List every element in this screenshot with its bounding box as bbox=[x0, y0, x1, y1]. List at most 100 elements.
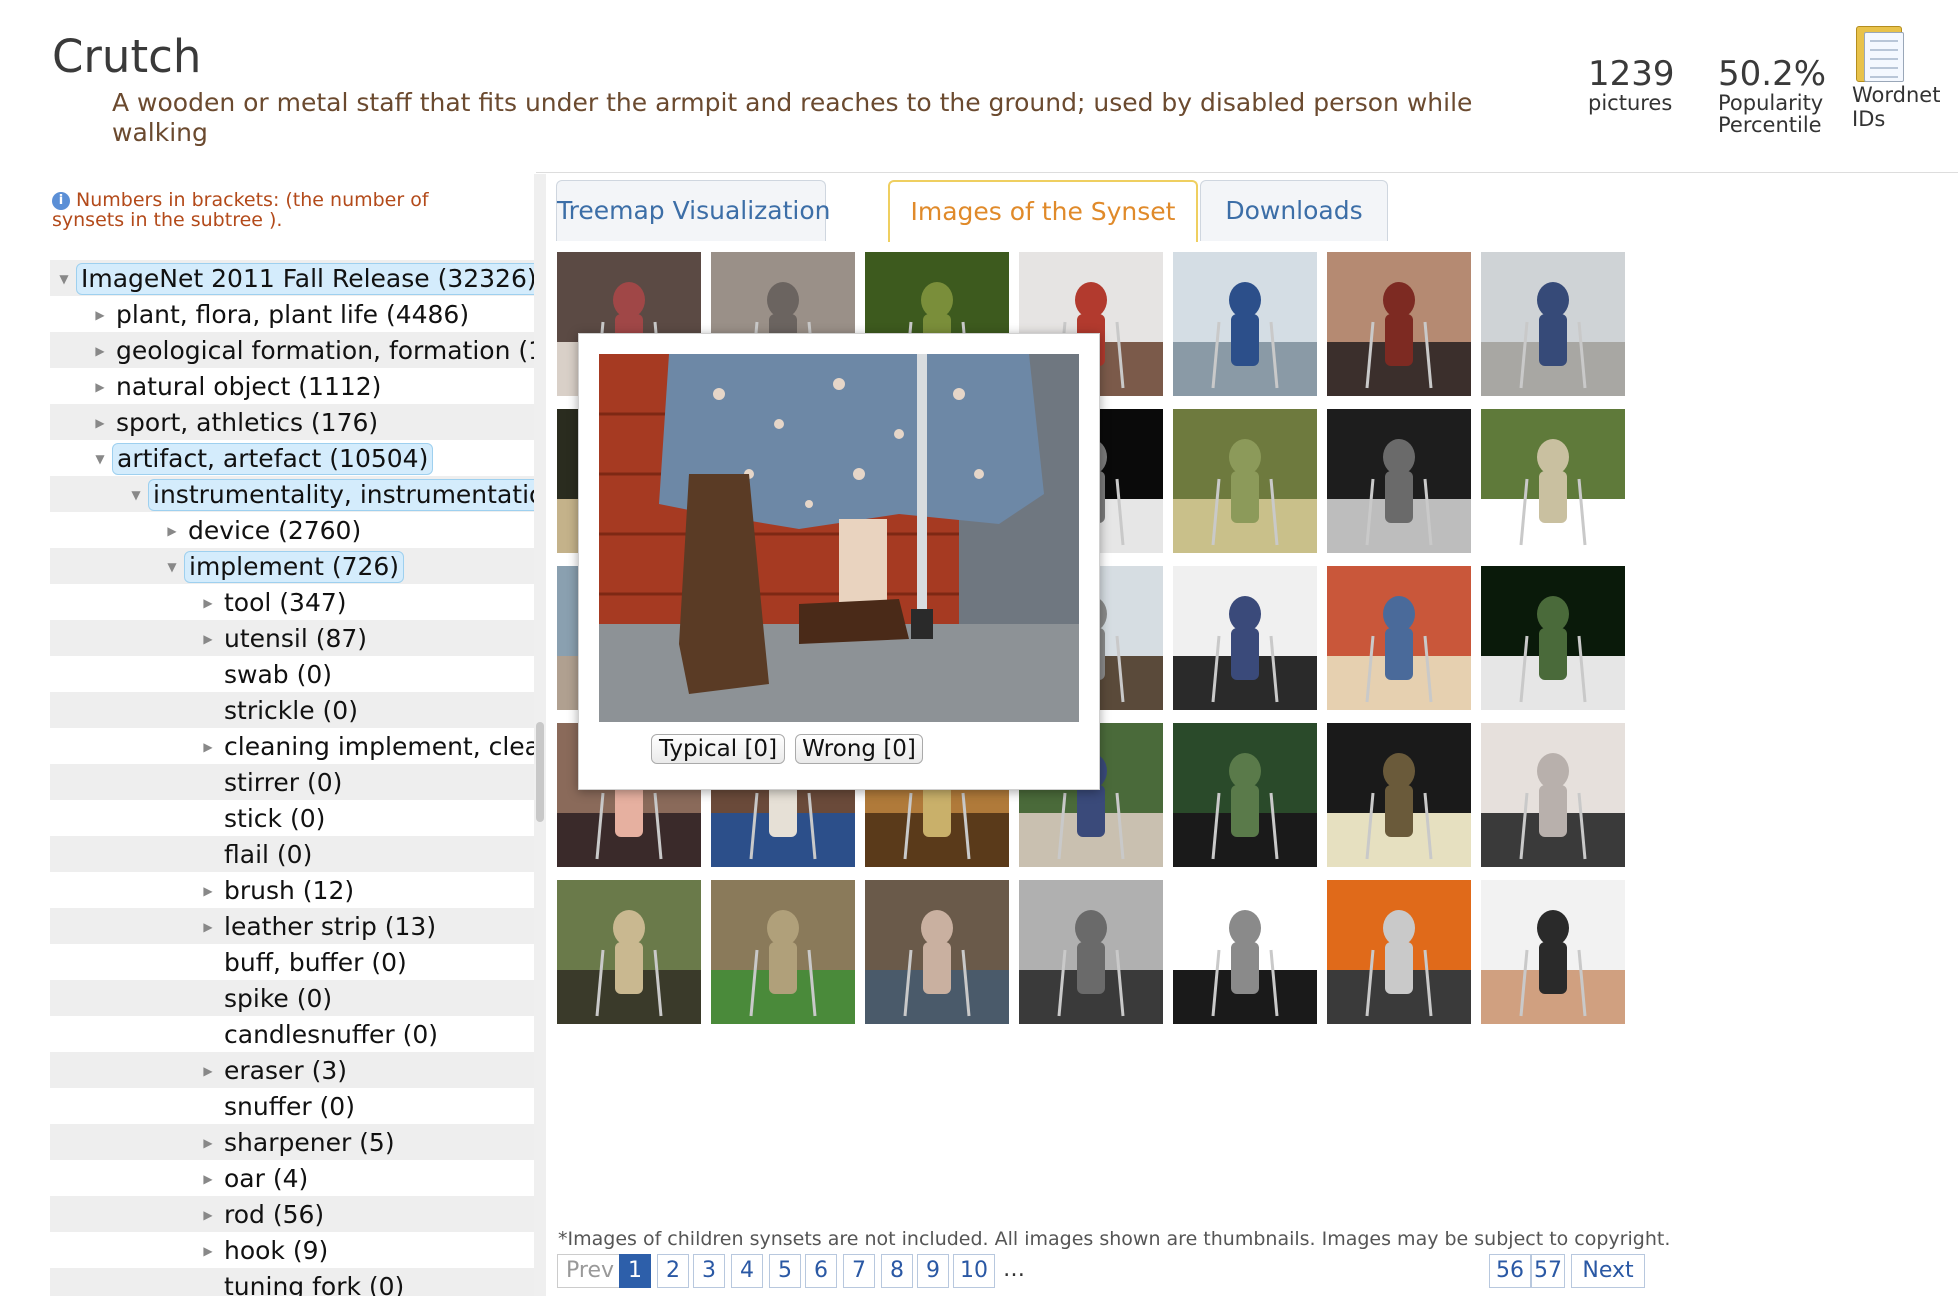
tree-node-label[interactable]: leather strip (13) bbox=[220, 912, 440, 942]
tree-node-label[interactable]: strickle (0) bbox=[220, 696, 362, 726]
tree-node-label[interactable]: oar (4) bbox=[220, 1164, 312, 1194]
tree-node-label[interactable]: rod (56) bbox=[220, 1200, 328, 1230]
expand-icon[interactable]: ▶ bbox=[200, 1161, 216, 1197]
page-button[interactable]: 1 bbox=[619, 1254, 651, 1288]
image-thumbnail[interactable] bbox=[1173, 409, 1317, 553]
tree-node-label[interactable]: stirrer (0) bbox=[220, 768, 346, 798]
tree-node[interactable]: swab (0) bbox=[50, 656, 534, 692]
typical-button[interactable]: Typical [0] bbox=[651, 734, 785, 764]
tree-node-label[interactable]: tuning fork (0) bbox=[220, 1272, 408, 1296]
image-thumbnail[interactable] bbox=[1481, 880, 1625, 1024]
expand-icon[interactable]: ▶ bbox=[200, 909, 216, 945]
expand-icon[interactable]: ▶ bbox=[200, 1125, 216, 1161]
tab-images[interactable]: Images of the Synset bbox=[888, 180, 1198, 242]
image-thumbnail[interactable] bbox=[1327, 409, 1471, 553]
tree-node-label[interactable]: hook (9) bbox=[220, 1236, 332, 1266]
tree-node[interactable]: ▶ hook (9) bbox=[50, 1232, 534, 1268]
page-button[interactable]: 5 bbox=[769, 1254, 801, 1288]
collapse-icon[interactable]: ▼ bbox=[128, 477, 144, 513]
expand-icon[interactable]: ▶ bbox=[200, 585, 216, 621]
image-thumbnail[interactable] bbox=[1481, 409, 1625, 553]
image-thumbnail[interactable] bbox=[865, 880, 1009, 1024]
tree-node-label[interactable]: instrumentality, instrumentation (5494) bbox=[148, 479, 534, 511]
expand-icon[interactable]: ▶ bbox=[200, 1053, 216, 1089]
tree-node-label[interactable]: plant, flora, plant life (4486) bbox=[112, 300, 473, 330]
tree-node[interactable]: ▶ natural object (1112) bbox=[50, 368, 534, 404]
tree-node[interactable]: candlesnuffer (0) bbox=[50, 1016, 534, 1052]
tree-node[interactable]: ▶ sharpener (5) bbox=[50, 1124, 534, 1160]
tree-node-label[interactable]: utensil (87) bbox=[220, 624, 371, 654]
tree-node[interactable]: ▶ leather strip (13) bbox=[50, 908, 534, 944]
tree-node[interactable]: ▶ device (2760) bbox=[50, 512, 534, 548]
image-thumbnail[interactable] bbox=[1327, 252, 1471, 396]
tree-node[interactable]: stick (0) bbox=[50, 800, 534, 836]
tree-node-label[interactable]: spike (0) bbox=[220, 984, 336, 1014]
image-thumbnail[interactable] bbox=[1481, 252, 1625, 396]
tree-node-label[interactable]: brush (12) bbox=[220, 876, 358, 906]
image-thumbnail[interactable] bbox=[1173, 252, 1317, 396]
expand-icon[interactable]: ▶ bbox=[92, 405, 108, 441]
wordnet-ids-link[interactable]: Wordnet IDs bbox=[1852, 24, 1940, 130]
image-thumbnail[interactable] bbox=[1327, 566, 1471, 710]
tree-node-label[interactable]: device (2760) bbox=[184, 516, 365, 546]
page-button[interactable]: 57 bbox=[1531, 1254, 1565, 1288]
image-thumbnail[interactable] bbox=[1173, 566, 1317, 710]
image-thumbnail[interactable] bbox=[1481, 566, 1625, 710]
tree-node-label[interactable]: swab (0) bbox=[220, 660, 336, 690]
image-thumbnail[interactable] bbox=[1481, 723, 1625, 867]
page-button[interactable]: 4 bbox=[731, 1254, 763, 1288]
tree-node[interactable]: spike (0) bbox=[50, 980, 534, 1016]
tree-node[interactable]: ▼instrumentality, instrumentation (5494) bbox=[50, 476, 534, 512]
tree-node-label[interactable]: flail (0) bbox=[220, 840, 316, 870]
tree-node[interactable]: ▶ brush (12) bbox=[50, 872, 534, 908]
tree-node[interactable]: strickle (0) bbox=[50, 692, 534, 728]
tree-node-label[interactable]: tool (347) bbox=[220, 588, 351, 618]
tree-node[interactable]: ▶ tool (347) bbox=[50, 584, 534, 620]
scrollbar-thumb[interactable] bbox=[536, 722, 544, 822]
expand-icon[interactable]: ▶ bbox=[92, 369, 108, 405]
page-button[interactable]: 9 bbox=[917, 1254, 949, 1288]
image-thumbnail[interactable] bbox=[1173, 880, 1317, 1024]
tree-node[interactable]: ▶ plant, flora, plant life (4486) bbox=[50, 296, 534, 332]
page-button[interactable]: 7 bbox=[843, 1254, 875, 1288]
tree-node[interactable]: ▼ artifact, artefact (10504) bbox=[50, 440, 534, 476]
tree-node[interactable]: ▼ implement (726) bbox=[50, 548, 534, 584]
tree-node-label[interactable]: cleaning implement, cleaning device (8) bbox=[220, 732, 534, 762]
expand-icon[interactable]: ▶ bbox=[92, 333, 108, 369]
tree-node[interactable]: ▼ ImageNet 2011 Fall Release (32326) bbox=[50, 260, 534, 296]
expand-icon[interactable]: ▶ bbox=[200, 1197, 216, 1233]
image-thumbnail[interactable] bbox=[1327, 880, 1471, 1024]
collapse-icon[interactable]: ▼ bbox=[56, 261, 72, 297]
tree-node-label[interactable]: sharpener (5) bbox=[220, 1128, 399, 1158]
image-thumbnail[interactable] bbox=[711, 880, 855, 1024]
tree-node[interactable]: ▶geological formation, formation (175) bbox=[50, 332, 534, 368]
expand-icon[interactable]: ▶ bbox=[200, 1233, 216, 1269]
page-button[interactable]: 56 bbox=[1489, 1254, 1531, 1288]
tree-node[interactable]: tuning fork (0) bbox=[50, 1268, 534, 1296]
page-button[interactable]: 10 bbox=[953, 1254, 995, 1288]
tree-node-label[interactable]: buff, buffer (0) bbox=[220, 948, 411, 978]
tree-node-label[interactable]: artifact, artefact (10504) bbox=[112, 443, 434, 475]
image-thumbnail[interactable] bbox=[1327, 723, 1471, 867]
tree-node[interactable]: ▶ rod (56) bbox=[50, 1196, 534, 1232]
tree-node-label[interactable]: geological formation, formation (175) bbox=[112, 336, 534, 366]
tree-node[interactable]: snuffer (0) bbox=[50, 1088, 534, 1124]
image-thumbnail[interactable] bbox=[557, 880, 701, 1024]
page-button[interactable]: 6 bbox=[805, 1254, 837, 1288]
wrong-button[interactable]: Wrong [0] bbox=[795, 734, 923, 764]
tree-node-label[interactable]: snuffer (0) bbox=[220, 1092, 359, 1122]
tree-node-label[interactable]: eraser (3) bbox=[220, 1056, 351, 1086]
page-button[interactable]: 3 bbox=[693, 1254, 725, 1288]
prev-button[interactable]: Prev bbox=[557, 1254, 623, 1288]
collapse-icon[interactable]: ▼ bbox=[92, 441, 108, 477]
tree-node-label[interactable]: sport, athletics (176) bbox=[112, 408, 382, 438]
tree-node[interactable]: ▶ sport, athletics (176) bbox=[50, 404, 534, 440]
expand-icon[interactable]: ▶ bbox=[92, 297, 108, 333]
tree-node[interactable]: ▶ eraser (3) bbox=[50, 1052, 534, 1088]
page-button[interactable]: 8 bbox=[881, 1254, 913, 1288]
page-button[interactable]: 2 bbox=[657, 1254, 689, 1288]
tab-treemap[interactable]: Treemap Visualization bbox=[556, 180, 831, 241]
tree-node[interactable]: flail (0) bbox=[50, 836, 534, 872]
tree-node-label[interactable]: stick (0) bbox=[220, 804, 329, 834]
tree-node-label[interactable]: candlesnuffer (0) bbox=[220, 1020, 442, 1050]
